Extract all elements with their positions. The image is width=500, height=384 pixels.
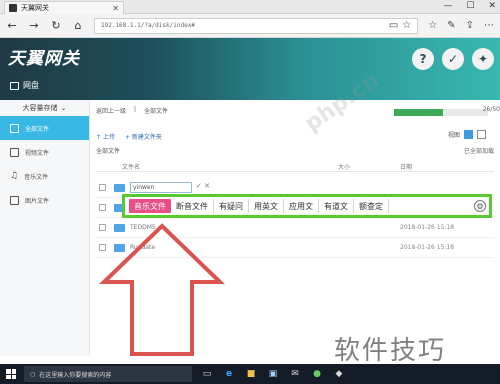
confirm-rename-icon[interactable]: ✓ ✕ (196, 182, 210, 190)
share-icon[interactable]: ⇪ (466, 20, 474, 31)
back-link[interactable]: 返回上一级 (96, 106, 126, 115)
candidate-1[interactable]: 音乐文件 (129, 199, 171, 213)
sidebar-header-label: 大容量存储 (22, 104, 58, 112)
home-icon[interactable]: ⌂ (72, 19, 84, 32)
task-view-icon[interactable]: ▭ (200, 368, 214, 380)
view-label: 视图 (447, 132, 460, 139)
help-icon[interactable]: ? (412, 48, 434, 70)
tab-title: 天翼网关 (21, 4, 49, 12)
browser-tab-bar: 天翼网关 ✕ — ☐ ✕ (0, 0, 500, 14)
browser-tab[interactable]: 天翼网关 ✕ (4, 1, 124, 14)
all-files-link[interactable]: 全部文件 (144, 106, 168, 115)
favorites-hub-icon[interactable]: ☆ (428, 20, 437, 31)
sidebar-item-music[interactable]: ♫ 音乐文件 (0, 164, 89, 188)
app-logo: 天翼网关 (8, 49, 80, 69)
store-icon[interactable]: ▣ (266, 368, 280, 380)
candidate-4[interactable]: 用英文 (249, 199, 284, 213)
favicon-icon (9, 4, 17, 12)
candidate-2[interactable]: 断音文件 (171, 199, 214, 213)
sidebar-item-label: 图片文件 (25, 197, 50, 205)
video-icon (10, 147, 19, 157)
taskbar-search[interactable]: ○ 在这里输入你要搜索的内容 (24, 366, 192, 382)
app-icon-green[interactable]: ● (310, 368, 324, 380)
watermark-bottom: 软件技巧 (334, 336, 447, 366)
notes-icon[interactable]: ✎ (447, 20, 455, 31)
favorite-star-icon[interactable]: ☆ (402, 20, 411, 31)
toolbar: ↑ 上传 + 新建文件夹 (96, 132, 162, 141)
candidate-3[interactable]: 有疑问 (214, 199, 249, 213)
url-text: 192.168.1.1/?a/disk/index# (101, 22, 195, 29)
file-date: 2018-01-26 15:18 (400, 244, 455, 251)
quota-fill (394, 109, 443, 116)
grid-view-button[interactable] (477, 130, 486, 139)
back-icon[interactable]: ← (6, 19, 18, 32)
file-date: 2018-01-26 15:18 (400, 224, 455, 231)
table-header: 文件名 大小 日期 (96, 160, 494, 172)
windows-start-icon[interactable] (6, 369, 16, 379)
section-title: 网盘 (10, 80, 39, 91)
loaded-status: 已全部加载 (463, 148, 494, 155)
sidebar: 大容量存储 ⌄ 全部文件 视频文件 ♫ 音乐文件 图片文件 (0, 100, 90, 356)
candidate-5[interactable]: 应用文 (284, 199, 319, 213)
file-icon (10, 123, 19, 133)
edge-browser-icon[interactable]: e (222, 368, 236, 380)
section-label: 网盘 (23, 81, 39, 90)
sidebar-item-label: 音乐文件 (24, 173, 49, 181)
url-field[interactable]: 192.168.1.1/?a/disk/index# ▭ ☆ (94, 17, 419, 34)
annotation-arrow (99, 223, 225, 356)
sidebar-header[interactable]: 大容量存储 ⌄ (0, 100, 89, 116)
reading-view-icon[interactable]: ▭ (389, 20, 398, 31)
new-folder-label: 新建文件夹 (131, 134, 162, 141)
maximize-button[interactable]: ☐ (466, 0, 474, 13)
search-placeholder: 在这里输入你要搜索的内容 (39, 371, 112, 379)
view-toggle: 视图 (448, 130, 486, 139)
divider: | (134, 106, 137, 113)
column-date[interactable]: 日期 (400, 162, 412, 171)
close-tab-icon[interactable]: ✕ (112, 4, 119, 13)
ime-settings-icon[interactable]: ⚙ (474, 200, 486, 212)
minimize-button[interactable]: — (443, 0, 452, 13)
ime-candidate-bar: 音乐文件 断音文件 有疑问 用英文 应用文 有道文 额查定 ⚙ (122, 194, 492, 218)
image-icon (10, 195, 19, 205)
app-header: 天翼网关 ? ✓ ✦ 网盘 (0, 38, 500, 100)
column-name[interactable]: 文件名 (122, 162, 140, 171)
more-icon[interactable]: ⋯ (484, 20, 494, 31)
rename-input[interactable]: yinwen (130, 182, 192, 193)
mail-icon[interactable]: ✉ (288, 368, 302, 380)
file-explorer-icon[interactable]: ■ (244, 368, 258, 380)
app-icon-misc[interactable]: ◆ (332, 368, 346, 380)
disk-icon (10, 81, 19, 90)
settings-icon[interactable]: ✓ (442, 48, 464, 70)
candidate-7[interactable]: 额查定 (354, 199, 389, 213)
tools-icon[interactable]: ✦ (472, 48, 494, 70)
quota-text: 26/50 (482, 106, 500, 113)
close-window-button[interactable]: ✕ (488, 0, 496, 13)
sidebar-item-images[interactable]: 图片文件 (0, 188, 89, 212)
upload-label: 上传 (102, 134, 115, 141)
new-folder-button[interactable]: + 新建文件夹 (125, 132, 162, 141)
column-size[interactable]: 大小 (338, 162, 350, 171)
sidebar-item-label: 全部文件 (25, 125, 50, 133)
forward-icon[interactable]: → (28, 19, 40, 32)
row-checkbox[interactable] (99, 184, 106, 191)
refresh-icon[interactable]: ↻ (50, 19, 62, 32)
candidate-6[interactable]: 有道文 (319, 199, 354, 213)
sidebar-item-all-files[interactable]: 全部文件 (0, 116, 89, 140)
chevron-down-icon: ⌄ (60, 104, 67, 112)
storage-quota-bar (394, 109, 488, 116)
current-path: 全部文件 (96, 148, 121, 155)
breadcrumb: 返回上一级 | 全部文件 (96, 106, 168, 115)
row-checkbox[interactable] (99, 204, 106, 211)
address-bar: ← → ↻ ⌂ 192.168.1.1/?a/disk/index# ▭ ☆ ☆… (0, 14, 500, 38)
sidebar-item-video[interactable]: 视频文件 (0, 140, 89, 164)
list-view-button[interactable] (464, 130, 473, 139)
music-icon: ♫ (10, 171, 19, 181)
upload-button[interactable]: ↑ 上传 (96, 132, 115, 141)
taskbar: ○ 在这里输入你要搜索的内容 ▭ e ■ ▣ ✉ ● ◆ (0, 364, 500, 384)
search-icon: ○ (30, 370, 36, 378)
folder-icon (114, 184, 125, 192)
window-controls: — ☐ ✕ (443, 0, 496, 13)
sidebar-item-label: 视频文件 (25, 149, 50, 157)
